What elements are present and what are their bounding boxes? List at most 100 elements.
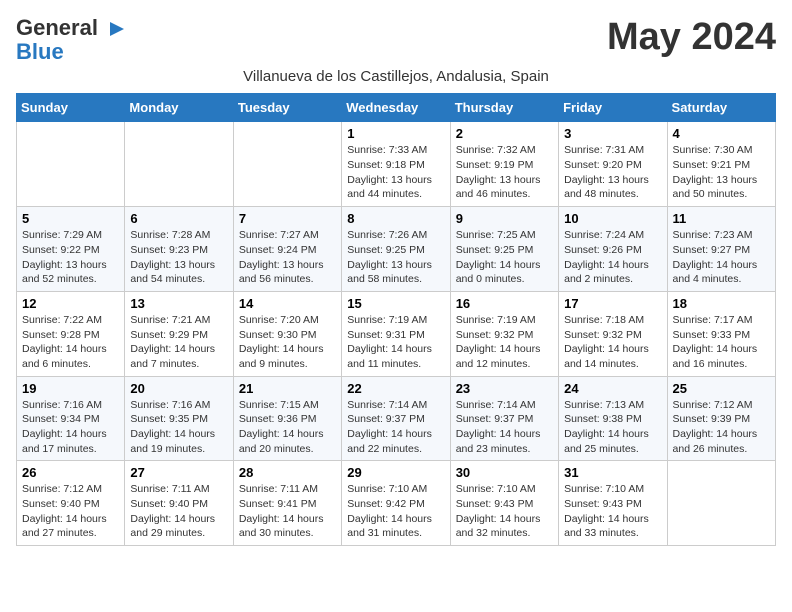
day-cell [17, 122, 125, 207]
day-cell: 19Sunrise: 7:16 AMSunset: 9:34 PMDayligh… [17, 376, 125, 461]
day-info: Sunrise: 7:13 AMSunset: 9:38 PMDaylight:… [564, 398, 661, 457]
day-info: Sunrise: 7:30 AMSunset: 9:21 PMDaylight:… [673, 143, 770, 202]
day-info: Sunrise: 7:12 AMSunset: 9:39 PMDaylight:… [673, 398, 770, 457]
day-info: Sunrise: 7:10 AMSunset: 9:43 PMDaylight:… [564, 482, 661, 541]
header-day-monday: Monday [125, 94, 233, 122]
day-info: Sunrise: 7:28 AMSunset: 9:23 PMDaylight:… [130, 228, 227, 287]
day-number: 31 [564, 465, 661, 480]
day-cell: 31 Sunrise: 7:10 AMSunset: 9:43 PMDayligh… [559, 461, 667, 546]
header-day-tuesday: Tuesday [233, 94, 341, 122]
calendar-body: 1 Sunrise: 7:33 AMSunset: 9:18 PMDaylight… [17, 122, 776, 546]
week-row-3: 12 Sunrise: 7:22 AMSunset: 9:28 PMDayligh… [17, 291, 776, 376]
day-number: 11 [673, 211, 770, 226]
day-cell: 30 Sunrise: 7:10 AMSunset: 9:43 PMDayligh… [450, 461, 558, 546]
day-number: 5 [22, 211, 119, 226]
day-cell: 28 Sunrise: 7:11 AMSunset: 9:41 PMDayligh… [233, 461, 341, 546]
day-cell: 15Sunrise: 7:19 AMSunset: 9:31 PMDayligh… [342, 291, 450, 376]
day-number: 29 [347, 465, 444, 480]
day-info: Sunrise: 7:16 AMSunset: 9:34 PMDaylight:… [22, 398, 119, 457]
day-info: Sunrise: 7:25 AMSunset: 9:25 PMDaylight:… [456, 228, 553, 287]
day-info: Sunrise: 7:10 AMSunset: 9:42 PMDaylight:… [347, 482, 444, 541]
day-info: Sunrise: 7:15 AMSunset: 9:36 PMDaylight:… [239, 398, 336, 457]
header-day-friday: Friday [559, 94, 667, 122]
day-cell [667, 461, 775, 546]
day-info: Sunrise: 7:33 AMSunset: 9:18 PMDaylight:… [347, 143, 444, 202]
day-number: 8 [347, 211, 444, 226]
day-number: 9 [456, 211, 553, 226]
day-number: 28 [239, 465, 336, 480]
day-info: Sunrise: 7:11 AMSunset: 9:40 PMDaylight:… [130, 482, 227, 541]
day-number: 17 [564, 296, 661, 311]
day-info: Sunrise: 7:31 AMSunset: 9:20 PMDaylight:… [564, 143, 661, 202]
day-number: 16 [456, 296, 553, 311]
calendar-header: SundayMondayTuesdayWednesdayThursdayFrid… [17, 94, 776, 122]
day-cell: 21Sunrise: 7:15 AMSunset: 9:36 PMDayligh… [233, 376, 341, 461]
day-number: 14 [239, 296, 336, 311]
day-info: Sunrise: 7:18 AMSunset: 9:32 PMDaylight:… [564, 313, 661, 372]
day-info: Sunrise: 7:16 AMSunset: 9:35 PMDaylight:… [130, 398, 227, 457]
day-cell: 16 Sunrise: 7:19 AMSunset: 9:32 PMDayligh… [450, 291, 558, 376]
day-cell: 18Sunrise: 7:17 AMSunset: 9:33 PMDayligh… [667, 291, 775, 376]
day-number: 2 [456, 126, 553, 141]
day-number: 12 [22, 296, 119, 311]
day-info: Sunrise: 7:11 AMSunset: 9:41 PMDaylight:… [239, 482, 336, 541]
day-info: Sunrise: 7:21 AMSunset: 9:29 PMDaylight:… [130, 313, 227, 372]
day-info: Sunrise: 7:12 AMSunset: 9:40 PMDaylight:… [22, 482, 119, 541]
day-number: 23 [456, 381, 553, 396]
calendar-table: SundayMondayTuesdayWednesdayThursdayFrid… [16, 93, 776, 546]
day-cell: 20 Sunrise: 7:16 AMSunset: 9:35 PMDayligh… [125, 376, 233, 461]
week-row-5: 26Sunrise: 7:12 AMSunset: 9:40 PMDayligh… [17, 461, 776, 546]
day-cell: 4 Sunrise: 7:30 AMSunset: 9:21 PMDaylight… [667, 122, 775, 207]
day-cell: 2Sunrise: 7:32 AMSunset: 9:19 PMDaylight… [450, 122, 558, 207]
logo-flag-icon [106, 18, 128, 40]
header-day-thursday: Thursday [450, 94, 558, 122]
day-number: 3 [564, 126, 661, 141]
day-number: 22 [347, 381, 444, 396]
day-info: Sunrise: 7:19 AMSunset: 9:32 PMDaylight:… [456, 313, 553, 372]
day-number: 18 [673, 296, 770, 311]
day-info: Sunrise: 7:20 AMSunset: 9:30 PMDaylight:… [239, 313, 336, 372]
day-number: 30 [456, 465, 553, 480]
header-day-wednesday: Wednesday [342, 94, 450, 122]
day-cell: 6 Sunrise: 7:28 AMSunset: 9:23 PMDaylight… [125, 207, 233, 292]
day-info: Sunrise: 7:14 AMSunset: 9:37 PMDaylight:… [347, 398, 444, 457]
day-cell [125, 122, 233, 207]
week-row-1: 1 Sunrise: 7:33 AMSunset: 9:18 PMDaylight… [17, 122, 776, 207]
day-number: 25 [673, 381, 770, 396]
logo: General Blue [16, 16, 128, 64]
day-cell [233, 122, 341, 207]
day-info: Sunrise: 7:10 AMSunset: 9:43 PMDaylight:… [456, 482, 553, 541]
day-number: 20 [130, 381, 227, 396]
day-cell: 1 Sunrise: 7:33 AMSunset: 9:18 PMDaylight… [342, 122, 450, 207]
day-cell: 11 Sunrise: 7:23 AMSunset: 9:27 PMDayligh… [667, 207, 775, 292]
day-cell: 8Sunrise: 7:26 AMSunset: 9:25 PMDaylight… [342, 207, 450, 292]
day-info: Sunrise: 7:22 AMSunset: 9:28 PMDaylight:… [22, 313, 119, 372]
week-row-2: 5Sunrise: 7:29 AMSunset: 9:22 PMDaylight… [17, 207, 776, 292]
day-info: Sunrise: 7:27 AMSunset: 9:24 PMDaylight:… [239, 228, 336, 287]
day-cell: 29 Sunrise: 7:10 AMSunset: 9:42 PMDayligh… [342, 461, 450, 546]
day-number: 6 [130, 211, 227, 226]
day-number: 1 [347, 126, 444, 141]
day-info: Sunrise: 7:23 AMSunset: 9:27 PMDaylight:… [673, 228, 770, 287]
day-cell: 22 Sunrise: 7:14 AMSunset: 9:37 PMDayligh… [342, 376, 450, 461]
week-row-4: 19Sunrise: 7:16 AMSunset: 9:34 PMDayligh… [17, 376, 776, 461]
day-cell: 14 Sunrise: 7:20 AMSunset: 9:30 PMDayligh… [233, 291, 341, 376]
day-number: 24 [564, 381, 661, 396]
day-cell: 12 Sunrise: 7:22 AMSunset: 9:28 PMDayligh… [17, 291, 125, 376]
day-info: Sunrise: 7:24 AMSunset: 9:26 PMDaylight:… [564, 228, 661, 287]
day-cell: 9 Sunrise: 7:25 AMSunset: 9:25 PMDaylight… [450, 207, 558, 292]
page-header: General Blue May 2024 [16, 16, 776, 64]
day-cell: 25 Sunrise: 7:12 AMSunset: 9:39 PMDayligh… [667, 376, 775, 461]
day-cell: 13 Sunrise: 7:21 AMSunset: 9:29 PMDayligh… [125, 291, 233, 376]
month-title: May 2024 [607, 16, 776, 59]
day-number: 4 [673, 126, 770, 141]
day-cell: 17 Sunrise: 7:18 AMSunset: 9:32 PMDayligh… [559, 291, 667, 376]
day-number: 15 [347, 296, 444, 311]
day-number: 13 [130, 296, 227, 311]
header-day-sunday: Sunday [17, 94, 125, 122]
calendar-subtitle: Villanueva de los Castillejos, Andalusia… [16, 68, 776, 85]
day-info: Sunrise: 7:14 AMSunset: 9:37 PMDaylight:… [456, 398, 553, 457]
day-cell: 7Sunrise: 7:27 AMSunset: 9:24 PMDaylight… [233, 207, 341, 292]
day-cell: 3 Sunrise: 7:31 AMSunset: 9:20 PMDaylight… [559, 122, 667, 207]
day-cell: 26Sunrise: 7:12 AMSunset: 9:40 PMDayligh… [17, 461, 125, 546]
